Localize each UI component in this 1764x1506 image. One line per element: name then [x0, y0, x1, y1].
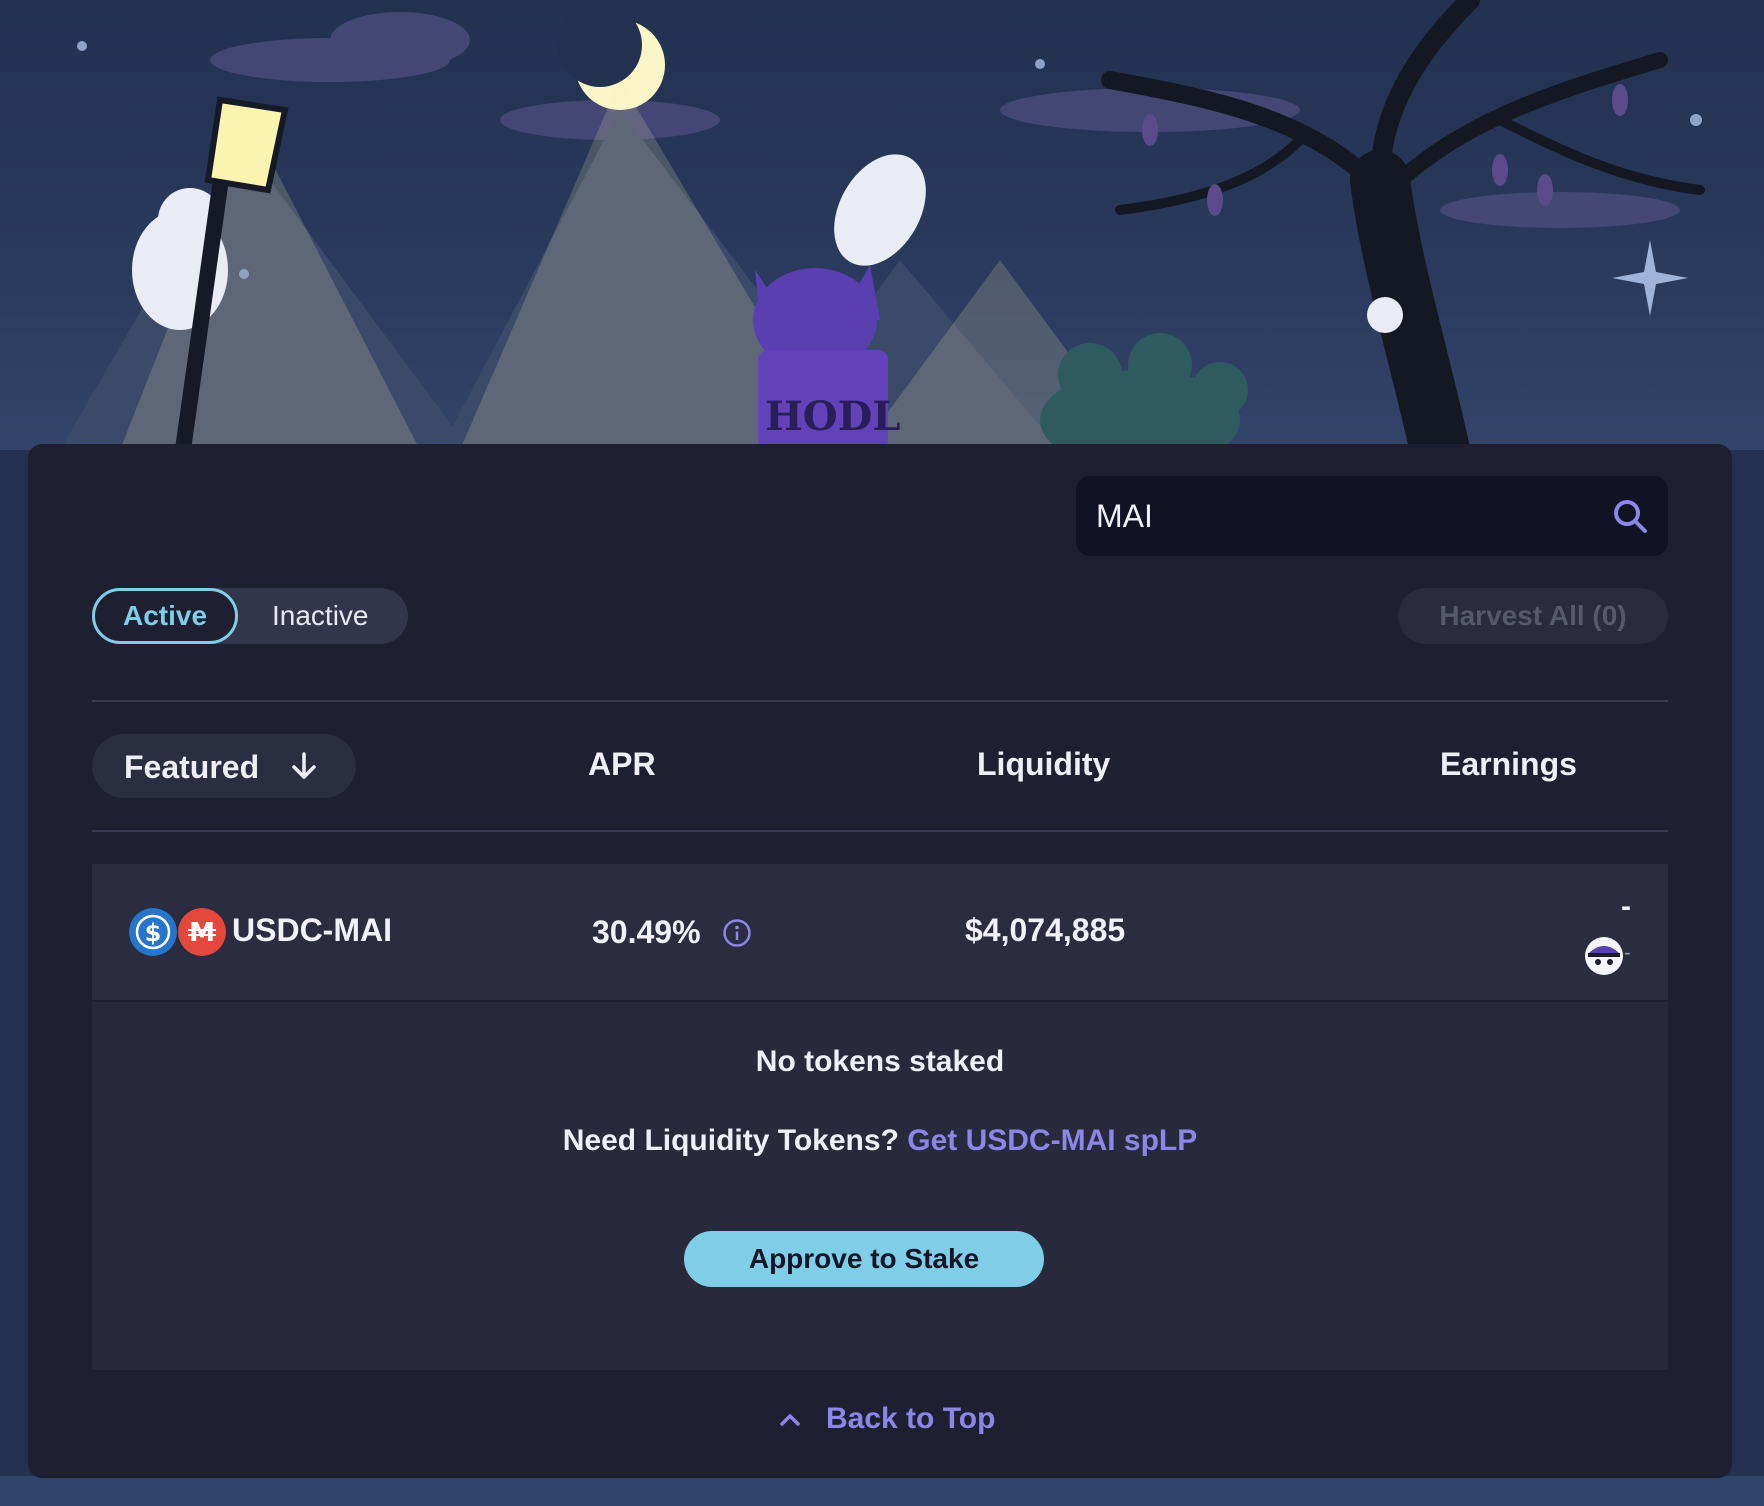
hero-banner: HODL [0, 0, 1764, 450]
get-lp-link[interactable]: Get USDC-MAI spLP [907, 1124, 1197, 1157]
search-icon[interactable] [1610, 496, 1650, 536]
earnings-sub-value: - [1624, 942, 1631, 964]
staked-status: No tokens staked [755, 1045, 1005, 1078]
apr-value: 30.49% [592, 914, 701, 950]
svg-text:$: $ [145, 919, 162, 947]
background-strip [0, 1476, 1764, 1506]
usdc-icon: $ [129, 908, 177, 956]
divider [92, 700, 1668, 702]
header-liquidity[interactable]: Liquidity [977, 746, 1110, 783]
divider [92, 830, 1668, 832]
info-icon[interactable] [722, 918, 752, 948]
header-apr[interactable]: APR [588, 746, 656, 783]
sort-featured-button[interactable]: Featured [92, 734, 356, 798]
halloween-illustration: HODL [60, 0, 1705, 450]
sort-label: Featured [124, 749, 260, 785]
active-tab[interactable]: Active [92, 588, 238, 644]
inactive-tab[interactable]: Inactive [272, 588, 369, 644]
search-value[interactable]: MAI [1096, 498, 1153, 535]
earnings-value: - [1621, 890, 1631, 923]
pair-name: USDC-MAI [232, 912, 392, 948]
svg-text:M: M [189, 918, 215, 948]
search-input[interactable]: MAI [1076, 476, 1668, 556]
chevron-up-icon [780, 1414, 800, 1426]
harvest-all-button[interactable]: Harvest All (0) [1398, 588, 1668, 644]
approve-to-stake-button[interactable]: Approve to Stake [684, 1231, 1044, 1287]
svg-text:HODL: HODL [765, 393, 900, 440]
active-inactive-toggle[interactable]: Active Inactive [92, 588, 408, 644]
liquidity-prompt: Need Liquidity Tokens? Get USDC-MAI spLP [92, 1124, 1668, 1158]
reward-token-icon [1585, 937, 1623, 975]
back-to-top-label: Back to Top [826, 1402, 996, 1435]
arrow-down-icon [292, 752, 316, 779]
header-earnings[interactable]: Earnings [1440, 746, 1577, 783]
liquidity-value: $4,074,885 [965, 912, 1126, 948]
need-tokens-text: Need Liquidity Tokens? [562, 1124, 899, 1157]
mai-icon: M [178, 908, 226, 956]
